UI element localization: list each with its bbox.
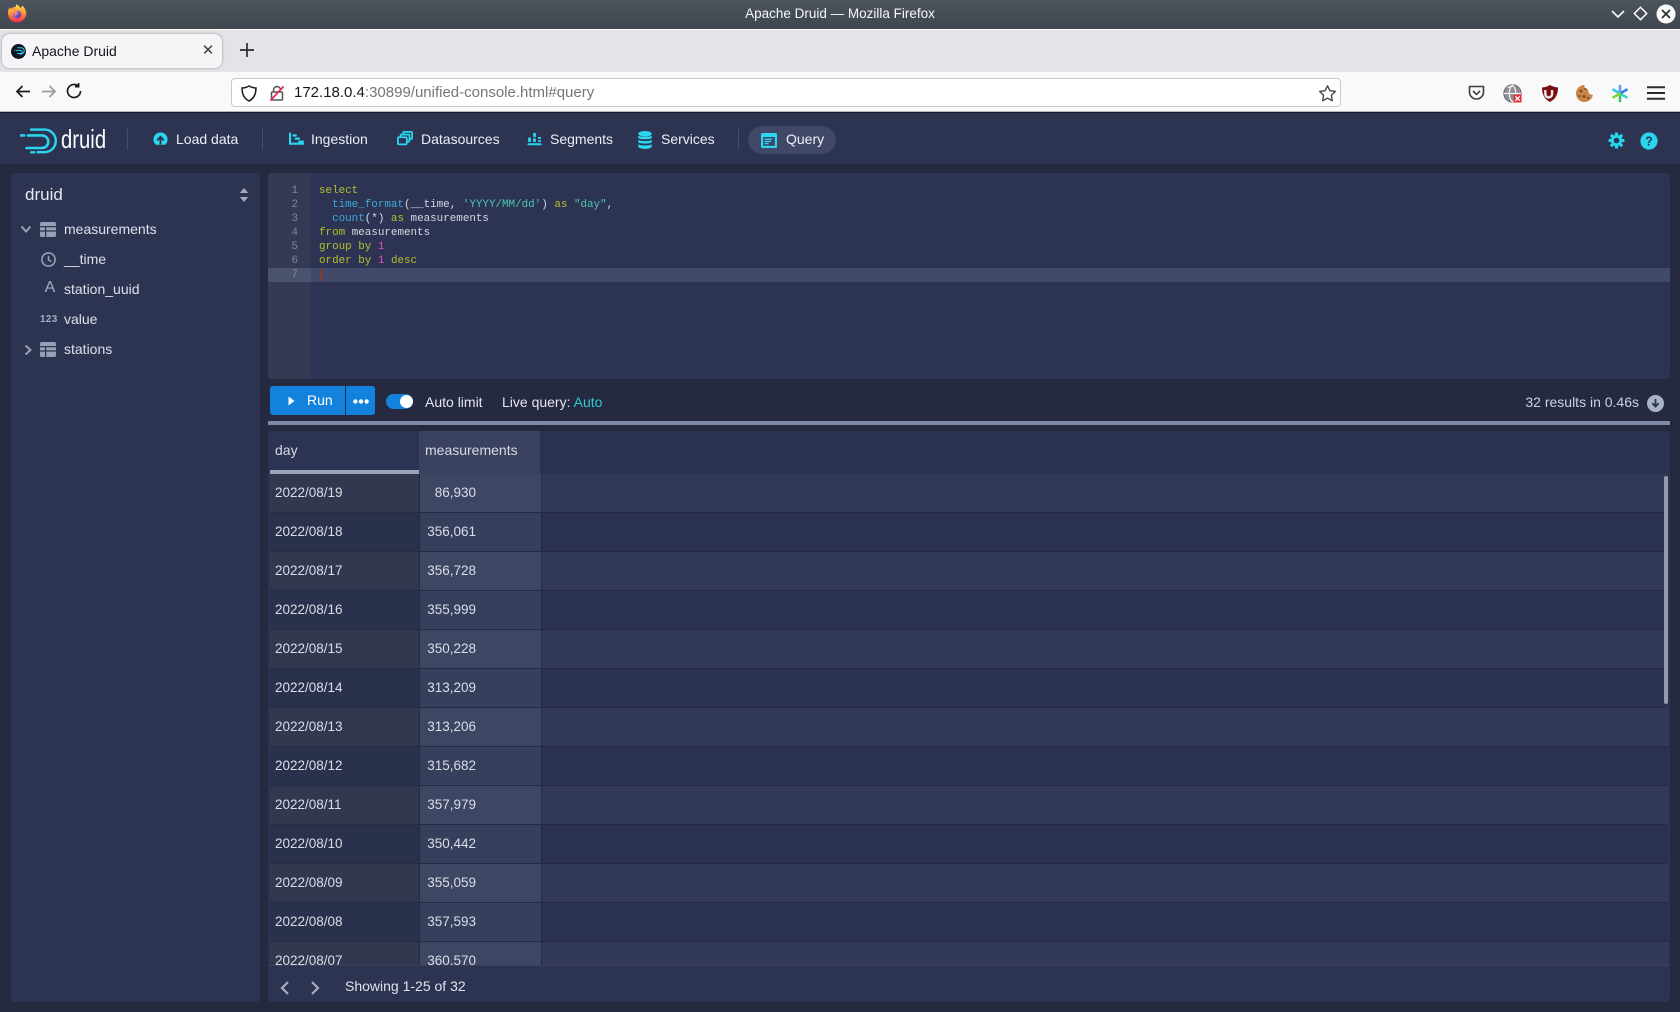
svg-text:?: ? xyxy=(1645,134,1653,148)
